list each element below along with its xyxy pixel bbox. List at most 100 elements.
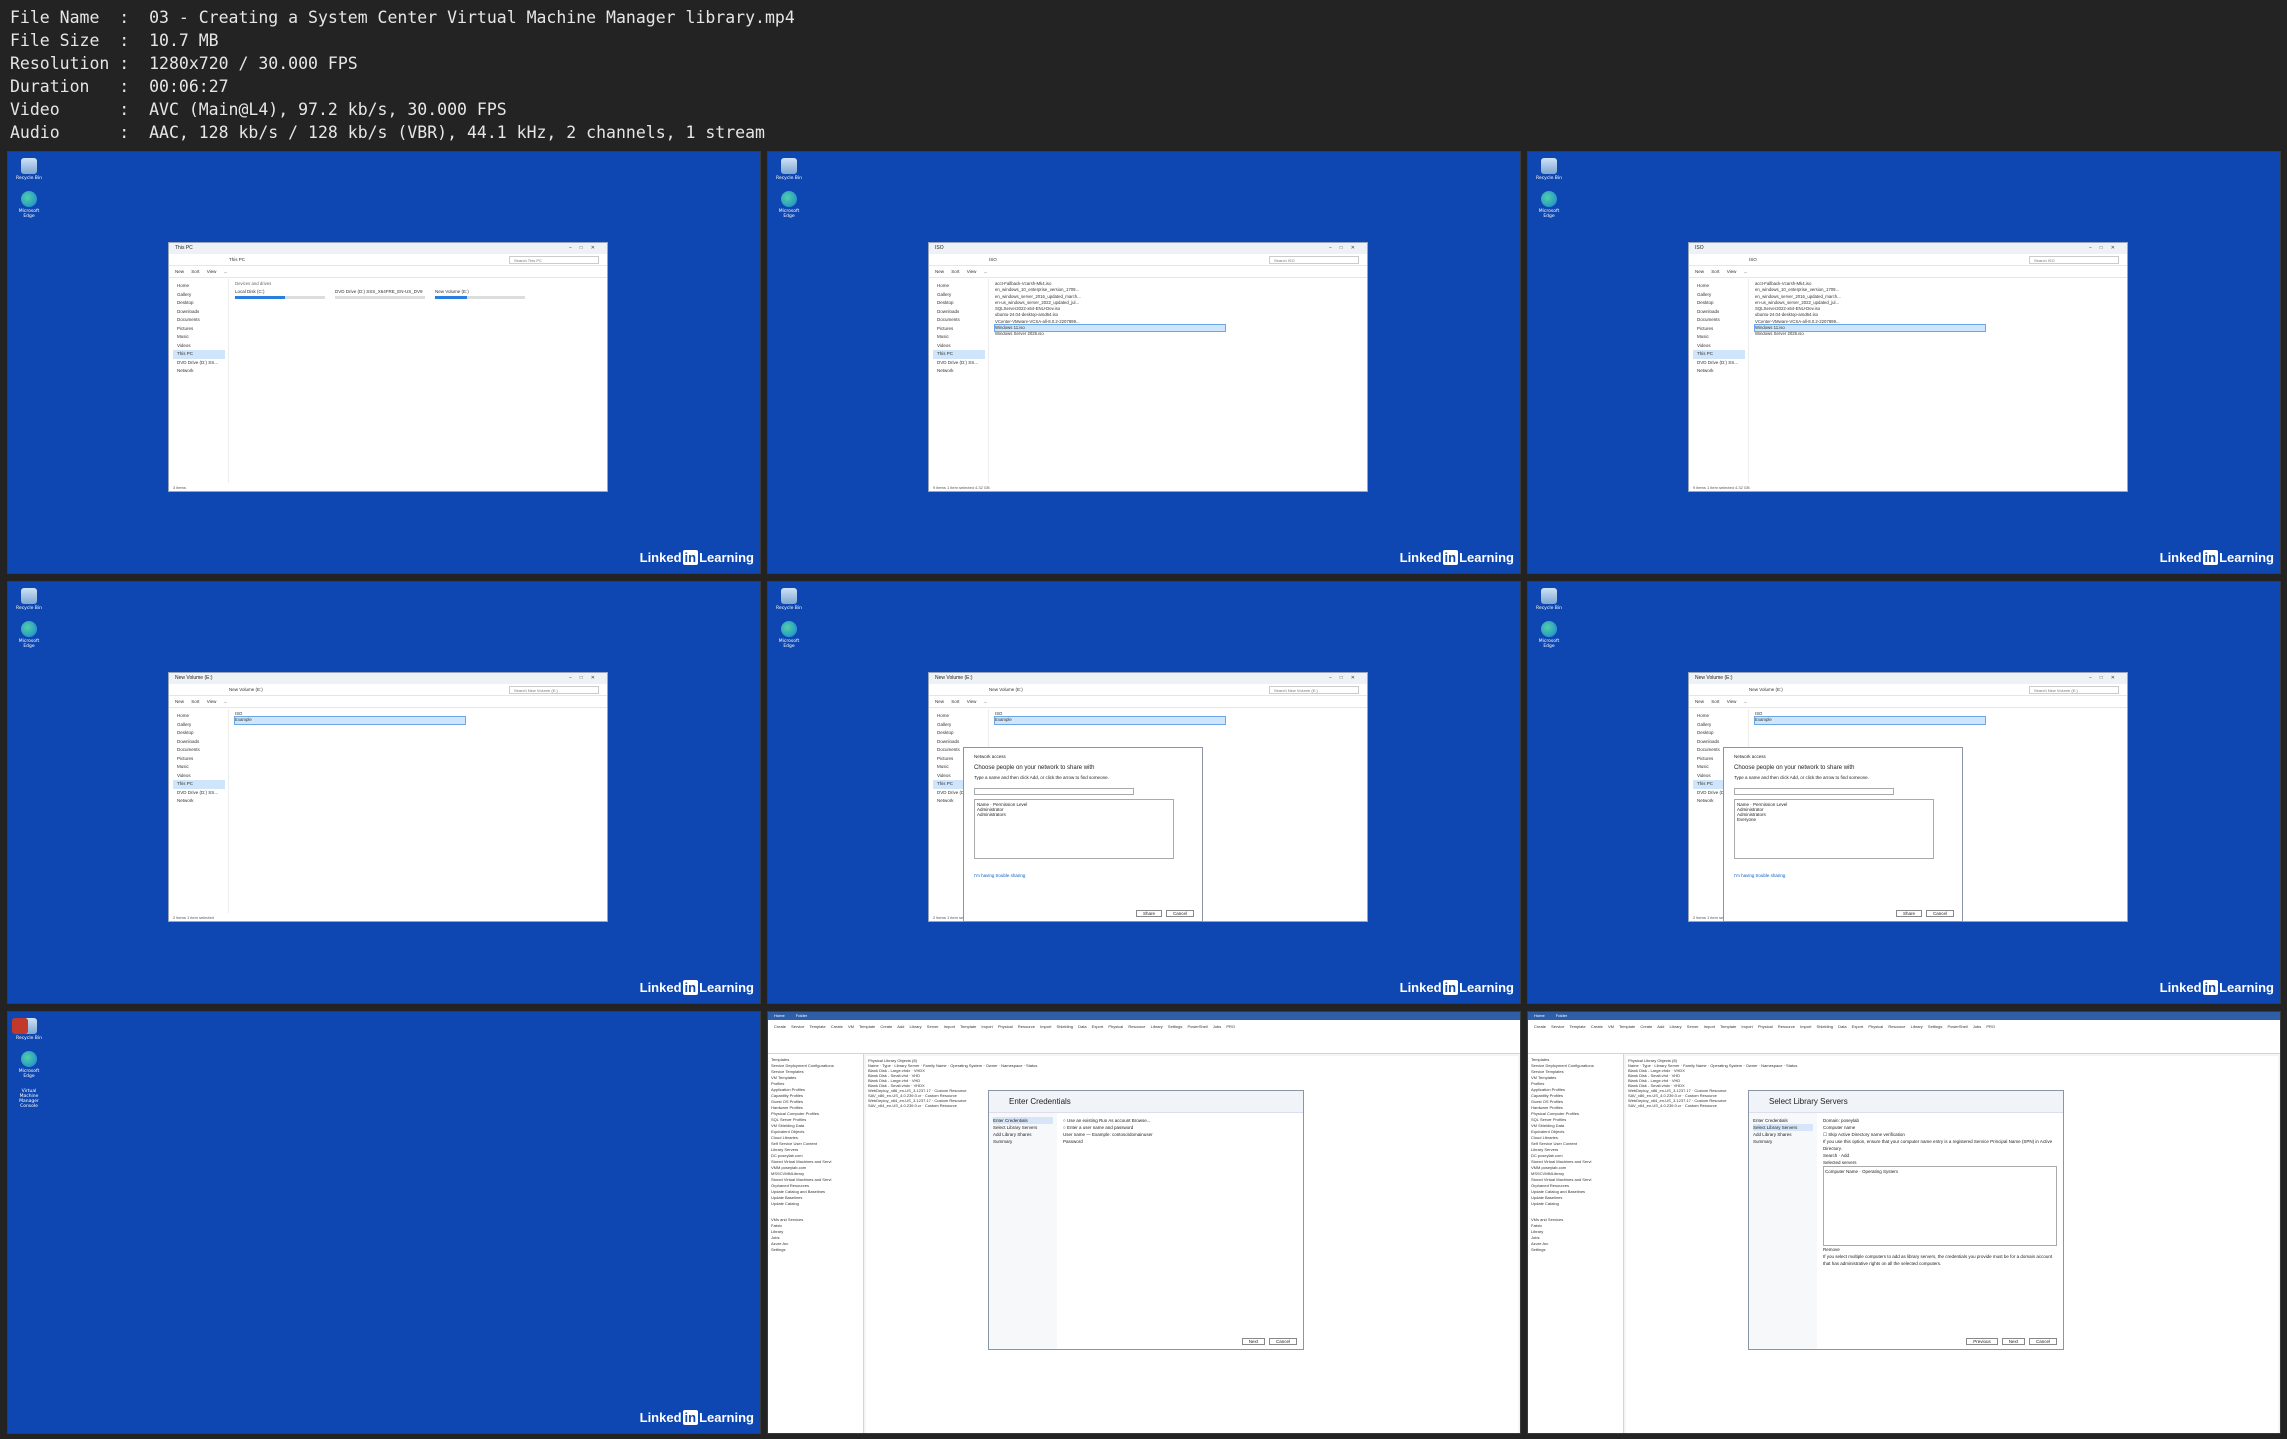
share-row[interactable]: Everyone xyxy=(1737,817,1931,822)
nav-item[interactable]: Home xyxy=(1697,282,1748,291)
user-password-option[interactable]: ○ Enter a user name and password xyxy=(1063,1124,1297,1131)
window-controls[interactable]: –□✕ xyxy=(569,245,603,251)
share-name-input[interactable] xyxy=(1734,788,1894,795)
nav-item[interactable]: Pictures xyxy=(1697,325,1748,334)
drive-tile[interactable]: New Volume (E:) xyxy=(435,289,525,299)
nav-item[interactable]: Pictures xyxy=(177,755,228,764)
vmm-console-icon[interactable]: Virtual Machine Manager Console xyxy=(12,1018,42,1109)
workspace-item[interactable]: Settings xyxy=(771,1247,860,1253)
computer-name-field[interactable]: Computer name xyxy=(1823,1124,2057,1131)
wizard-step[interactable]: Summary xyxy=(993,1138,1053,1145)
nav-item[interactable]: This PC xyxy=(933,350,985,359)
user-name-field[interactable]: User name — Example: contoso\domainuser xyxy=(1063,1131,1297,1138)
folder-row[interactable]: Example xyxy=(234,716,466,725)
ribbon-buttons[interactable]: Create Service Template Create VM Templa… xyxy=(768,1020,1520,1033)
recycle-bin-icon[interactable]: Recycle Bin xyxy=(776,588,802,611)
address-bar[interactable]: ISO Search ISO xyxy=(929,254,1367,266)
command-bar[interactable]: New Sort View ... xyxy=(929,266,1367,278)
nav-item[interactable]: DVD Drive (D:) SS... xyxy=(937,359,988,368)
previous-button[interactable]: Previous xyxy=(1966,1338,1998,1345)
address-bar[interactable]: This PC Search This PC xyxy=(169,254,607,266)
nav-item[interactable]: DVD Drive (D:) SS... xyxy=(177,789,228,798)
nav-item[interactable]: Desktop xyxy=(937,729,988,738)
add-button[interactable]: Add xyxy=(1841,1153,1849,1158)
ribbon-tabs[interactable]: Home Folder xyxy=(1528,1012,2280,1020)
nav-item[interactable]: Downloads xyxy=(177,738,228,747)
cancel-button[interactable]: Cancel xyxy=(2028,1338,2057,1345)
folder-row[interactable]: Example xyxy=(994,716,1226,725)
nav-item[interactable]: Gallery xyxy=(177,291,228,300)
cancel-button[interactable]: Cancel xyxy=(1925,910,1954,917)
wizard-step[interactable]: Select Library Servers xyxy=(1753,1124,1813,1131)
wizard-step[interactable]: Enter Credentials xyxy=(1753,1117,1813,1124)
skip-ad-checkbox[interactable]: ☐ Skip Active Directory name verificatio… xyxy=(1823,1131,2057,1138)
nav-item[interactable]: Videos xyxy=(937,342,988,351)
folder-row[interactable]: Example xyxy=(1754,716,1986,725)
edge-icon[interactable]: Microsoft Edge xyxy=(16,621,42,649)
nav-item[interactable]: Home xyxy=(937,712,988,721)
command-bar[interactable]: New Sort View ... xyxy=(929,696,1367,708)
next-button[interactable]: Next xyxy=(2001,1338,2025,1345)
nav-item[interactable]: DVD Drive (D:) SS... xyxy=(177,359,228,368)
nav-item[interactable]: Home xyxy=(1697,712,1748,721)
ribbon-buttons[interactable]: Create Service Template Create VM Templa… xyxy=(1528,1020,2280,1033)
nav-item[interactable]: Home xyxy=(177,712,228,721)
window-controls[interactable]: –□✕ xyxy=(1329,245,1363,251)
nav-item[interactable]: Desktop xyxy=(177,299,228,308)
nav-item[interactable]: Videos xyxy=(177,772,228,781)
nav-item[interactable]: Gallery xyxy=(1697,721,1748,730)
window-controls[interactable]: –□✕ xyxy=(2089,245,2123,251)
recycle-bin-icon[interactable]: Recycle Bin xyxy=(1536,158,1562,181)
recycle-bin-icon[interactable]: Recycle Bin xyxy=(1536,588,1562,611)
search-input[interactable]: Search New Volume (E:) xyxy=(509,686,599,694)
address-bar[interactable]: New Volume (E:) Search New Volume (E:) xyxy=(1689,684,2127,696)
nav-item[interactable]: This PC xyxy=(173,350,225,359)
window-controls[interactable]: –□✕ xyxy=(1329,675,1363,681)
nav-item[interactable]: Desktop xyxy=(937,299,988,308)
nav-item[interactable]: Network xyxy=(1697,367,1748,376)
browse-button[interactable]: Browse... xyxy=(1132,1118,1151,1123)
nav-item[interactable]: This PC xyxy=(173,780,225,789)
drive-tile[interactable]: Local Disk (C:) xyxy=(235,289,325,299)
edge-icon[interactable]: Microsoft Edge xyxy=(1536,621,1562,649)
command-bar[interactable]: New Sort View ... xyxy=(1689,266,2127,278)
nav-item[interactable]: This PC xyxy=(1693,350,1745,359)
address-bar[interactable]: New Volume (E:) Search New Volume (E:) xyxy=(169,684,607,696)
window-controls[interactable]: –□✕ xyxy=(569,675,603,681)
share-name-input[interactable] xyxy=(974,788,1134,795)
wizard-step[interactable]: Summary xyxy=(1753,1138,1813,1145)
file-row[interactable]: Windows Server 2025.iso xyxy=(995,331,1361,337)
workspace-item[interactable]: Settings xyxy=(1531,1247,1620,1253)
run-as-option[interactable]: ○ Use an existing Run As account Browse.… xyxy=(1063,1117,1297,1124)
edge-icon[interactable]: Microsoft Edge xyxy=(776,191,802,219)
nav-item[interactable]: Downloads xyxy=(177,308,228,317)
nav-item[interactable]: Music xyxy=(177,333,228,342)
password-field[interactable]: Password xyxy=(1063,1138,1297,1145)
drive-tile[interactable]: DVD Drive (D:) SSS_X64FRE_EN-US_DV9 xyxy=(335,289,425,299)
trouble-sharing-link[interactable]: I'm having trouble sharing xyxy=(1734,873,1952,878)
nav-item[interactable]: Documents xyxy=(937,316,988,325)
nav-item[interactable]: Downloads xyxy=(937,308,988,317)
trouble-sharing-link[interactable]: I'm having trouble sharing xyxy=(974,873,1192,878)
address-bar[interactable]: ISO Search ISO xyxy=(1689,254,2127,266)
nav-item[interactable]: Music xyxy=(937,333,988,342)
nav-item[interactable]: Videos xyxy=(177,342,228,351)
nav-item[interactable]: Home xyxy=(177,282,228,291)
nav-item[interactable]: Desktop xyxy=(1697,729,1748,738)
recycle-bin-icon[interactable]: Recycle Bin xyxy=(16,158,42,181)
nav-item[interactable]: Videos xyxy=(1697,342,1748,351)
search-input[interactable]: Search New Volume (E:) xyxy=(1269,686,1359,694)
file-row[interactable]: Windows Server 2025.iso xyxy=(1755,331,2121,337)
nav-item[interactable]: Gallery xyxy=(937,721,988,730)
cancel-button[interactable]: Cancel xyxy=(1268,1338,1297,1345)
nav-item[interactable]: Downloads xyxy=(937,738,988,747)
command-bar[interactable]: New Sort View ... xyxy=(1689,696,2127,708)
share-button[interactable]: Share xyxy=(1895,910,1922,917)
edge-icon[interactable]: Microsoft Edge xyxy=(1536,191,1562,219)
nav-item[interactable]: Music xyxy=(177,763,228,772)
share-row[interactable]: Administrators xyxy=(977,812,1171,817)
command-bar[interactable]: New Sort View ... xyxy=(169,696,607,708)
remove-button[interactable]: Remove xyxy=(1823,1246,2057,1253)
nav-item[interactable]: Gallery xyxy=(177,721,228,730)
domain-field[interactable]: Domain: poseylab xyxy=(1823,1117,2057,1124)
